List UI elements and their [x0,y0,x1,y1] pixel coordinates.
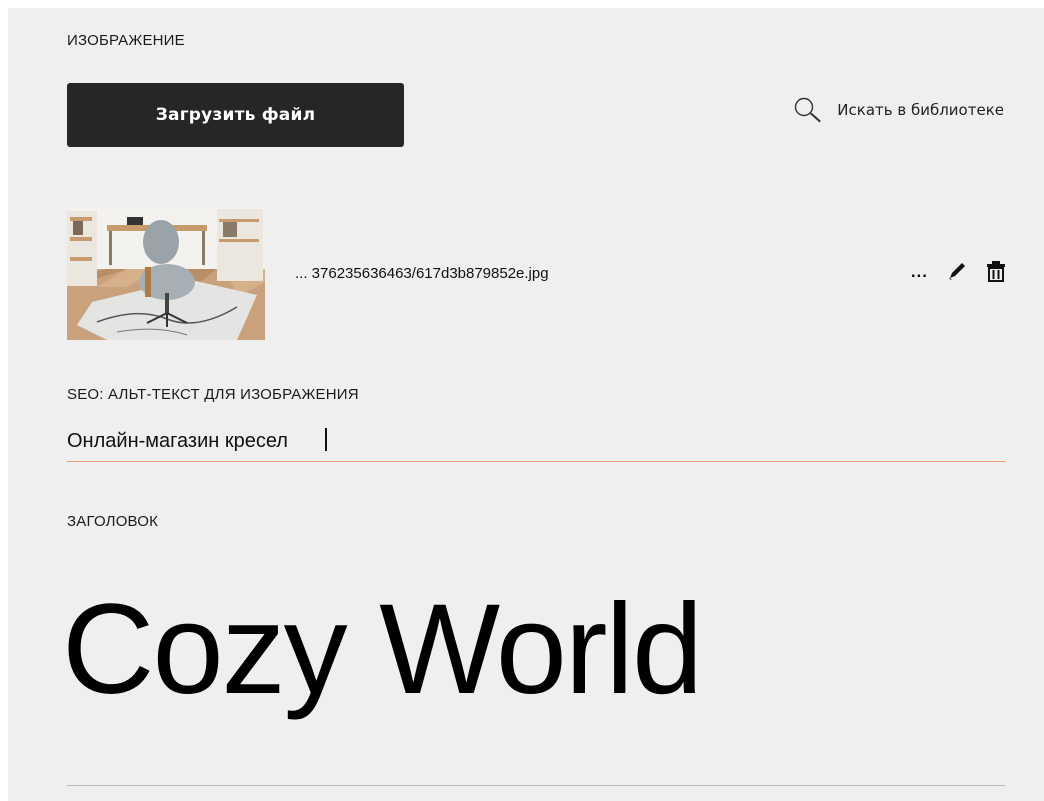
file-name: ... 376235636463/617d3b879852e.jpg [295,265,549,282]
text-caret [325,428,327,451]
image-section-label: ИЗОБРАЖЕНИЕ [67,32,185,49]
alt-text-input[interactable] [67,422,1005,462]
image-thumbnail[interactable] [67,207,265,340]
search-library-label: Искать в библиотеке [837,101,1004,119]
file-actions: ... [911,260,1006,282]
search-icon [793,96,823,124]
heading-preview[interactable]: Cozy World [62,586,703,714]
settings-panel: ИЗОБРАЖЕНИЕ Загрузить файл Искать в библ… [8,8,1044,801]
heading-label: ЗАГОЛОВОК [67,513,159,530]
trash-icon[interactable] [986,260,1006,282]
upload-file-button[interactable]: Загрузить файл [67,83,404,147]
seo-alt-text-label: SEO: АЛЬТ-ТЕКСТ ДЛЯ ИЗОБРАЖЕНИЯ [67,386,359,403]
pencil-icon[interactable] [946,260,968,282]
search-library-link[interactable]: Искать в библиотеке [793,96,1004,124]
divider [67,785,1005,786]
more-options-button[interactable]: ... [911,263,928,280]
